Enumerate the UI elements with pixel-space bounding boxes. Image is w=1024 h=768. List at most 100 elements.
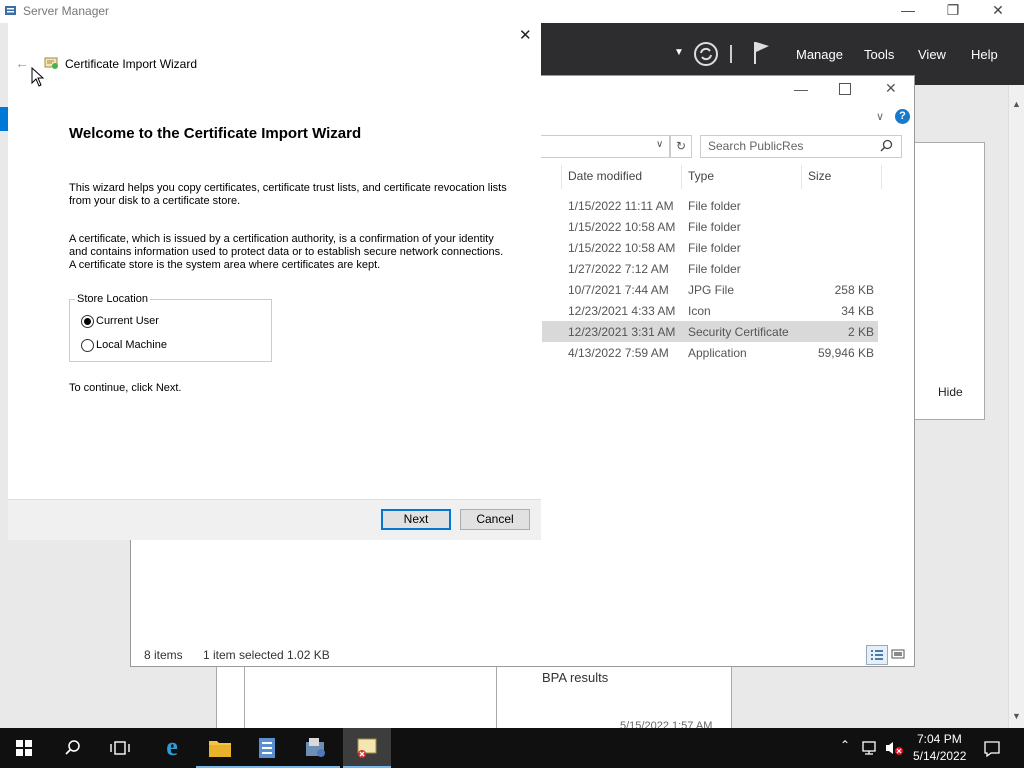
row-size: 2 KB — [847, 325, 874, 339]
column-separator — [561, 165, 562, 189]
row-date: 1/15/2022 11:11 AM — [568, 199, 674, 213]
row-date: 1/15/2022 10:58 AM — [568, 220, 676, 234]
row-size: 258 KB — [834, 283, 874, 297]
store-location-group — [69, 299, 272, 362]
file-row[interactable]: 12/23/2021 4:33 AM Icon 34 KB — [542, 300, 878, 321]
continue-instruction: To continue, click Next. — [69, 382, 182, 394]
local-machine-radio[interactable] — [81, 339, 94, 352]
header-separator — [730, 45, 732, 63]
row-type: Icon — [688, 304, 711, 318]
search-icon[interactable] — [64, 739, 82, 757]
column-date-modified[interactable]: Date modified — [568, 169, 642, 183]
explorer-minimize-button[interactable]: — — [794, 81, 808, 97]
tile-panel: Hide — [915, 142, 985, 420]
action-center-icon[interactable] — [983, 740, 1001, 758]
menu-tools[interactable]: Tools — [864, 47, 894, 62]
refresh-icon[interactable]: ↻ — [670, 135, 692, 158]
row-size: 59,946 KB — [817, 346, 874, 360]
back-arrow-icon[interactable]: ← — [15, 55, 29, 71]
window-title: Server Manager — [23, 4, 110, 18]
wizard-intro-text: This wizard helps you copy certificates,… — [69, 182, 507, 207]
file-row[interactable]: 1/15/2022 10:58 AM File folder — [542, 216, 878, 237]
column-separator — [801, 165, 802, 189]
file-row-selected[interactable]: 12/23/2021 3:31 AM Security Certificate … — [542, 321, 878, 342]
windows-start-icon[interactable] — [16, 740, 32, 756]
task-view-icon[interactable] — [110, 739, 130, 757]
explorer-close-button[interactable]: ✕ — [885, 80, 897, 97]
row-type: Application — [688, 346, 747, 360]
search-placeholder: Search PublicRes — [708, 139, 804, 153]
tile: BPA results 5/15/2022 1:57 AM — [496, 666, 732, 729]
explorer-maximize-button[interactable] — [839, 83, 851, 95]
refresh-icon[interactable] — [693, 41, 719, 67]
cancel-button[interactable]: Cancel — [460, 509, 530, 530]
status-selection: 1 item selected 1.02 KB — [203, 648, 330, 662]
column-type[interactable]: Type — [688, 169, 714, 183]
menu-help[interactable]: Help — [971, 47, 998, 62]
row-type: JPG File — [688, 283, 735, 297]
wizard-close-button[interactable]: ✕ — [519, 26, 532, 44]
volume-muted-icon[interactable] — [884, 740, 904, 756]
certificate-wizard-icon — [357, 738, 377, 758]
address-bar[interactable]: ∨ — [541, 135, 670, 158]
show-hidden-icons-icon[interactable]: ⌃ — [840, 738, 850, 752]
column-size[interactable]: Size — [808, 169, 831, 183]
row-date: 12/23/2021 4:33 AM — [568, 304, 676, 318]
mouse-cursor-icon — [31, 67, 45, 87]
wizard-heading: Welcome to the Certificate Import Wizard — [69, 125, 362, 142]
certificate-import-wizard-dialog — [8, 22, 541, 539]
row-date: 4/13/2022 7:59 AM — [568, 346, 669, 360]
row-date: 10/7/2021 7:44 AM — [568, 283, 669, 297]
search-icon[interactable] — [880, 139, 893, 152]
clock-time[interactable]: 7:04 PM — [917, 732, 962, 746]
server-manager-logo-icon — [5, 6, 16, 15]
status-item-count: 8 items — [144, 648, 183, 662]
row-size: 34 KB — [841, 304, 874, 318]
close-button[interactable]: ✕ — [983, 2, 1013, 20]
row-type: File folder — [688, 220, 741, 234]
file-row[interactable]: 1/15/2022 11:11 AM File folder — [542, 195, 878, 216]
vertical-scrollbar[interactable]: ▲ ▼ — [1008, 85, 1024, 728]
tile-timestamp: 5/15/2022 1:57 AM — [620, 720, 713, 728]
file-row[interactable]: 1/27/2022 7:12 AM File folder — [542, 258, 878, 279]
clock-date[interactable]: 5/14/2022 — [913, 749, 966, 763]
file-explorer-icon[interactable] — [208, 737, 232, 759]
ribbon-expand-icon[interactable]: ∨ — [876, 110, 884, 123]
certificate-icon — [44, 57, 58, 69]
hide-link[interactable]: Hide — [938, 385, 963, 399]
wizard-description-text: A certificate, which is issued by a cert… — [69, 233, 504, 271]
internet-explorer-icon[interactable]: e — [160, 734, 184, 760]
file-row[interactable]: 1/15/2022 10:58 AM File folder — [542, 237, 878, 258]
current-user-label[interactable]: Current User — [96, 315, 159, 327]
notifications-flag-icon[interactable] — [752, 40, 772, 66]
menu-manage[interactable]: Manage — [796, 47, 843, 62]
row-type: File folder — [688, 262, 741, 276]
column-separator — [881, 165, 882, 189]
file-row[interactable]: 4/13/2022 7:59 AM Application 59,946 KB — [542, 342, 878, 363]
next-button[interactable]: Next — [381, 509, 451, 530]
restore-button[interactable]: ❐ — [938, 2, 968, 20]
row-type: Security Certificate — [688, 325, 789, 339]
minimize-button[interactable]: — — [893, 2, 923, 20]
store-location-label: Store Location — [75, 293, 150, 305]
large-icons-view-icon[interactable] — [889, 646, 907, 662]
current-user-radio[interactable] — [81, 315, 94, 328]
tile — [244, 666, 516, 729]
help-icon[interactable]: ? — [895, 109, 910, 124]
details-view-icon[interactable] — [866, 645, 888, 665]
local-machine-label[interactable]: Local Machine — [96, 339, 167, 351]
row-date: 1/15/2022 10:58 AM — [568, 241, 676, 255]
row-date: 12/23/2021 3:31 AM — [568, 325, 676, 339]
network-icon[interactable] — [861, 740, 879, 756]
bpa-results-label[interactable]: BPA results — [542, 670, 608, 685]
tools-app-icon[interactable] — [304, 736, 328, 760]
wizard-title: Certificate Import Wizard — [65, 57, 198, 71]
row-date: 1/27/2022 7:12 AM — [568, 262, 669, 276]
row-type: File folder — [688, 241, 741, 255]
dropdown-arrow-icon[interactable]: ▼ — [674, 47, 684, 58]
file-row[interactable]: 10/7/2021 7:44 AM JPG File 258 KB — [542, 279, 878, 300]
menu-view[interactable]: View — [918, 47, 946, 62]
address-dropdown-icon[interactable]: ∨ — [656, 139, 663, 150]
server-manager-icon[interactable] — [256, 736, 280, 760]
server-manager-titlebar — [0, 0, 1024, 23]
